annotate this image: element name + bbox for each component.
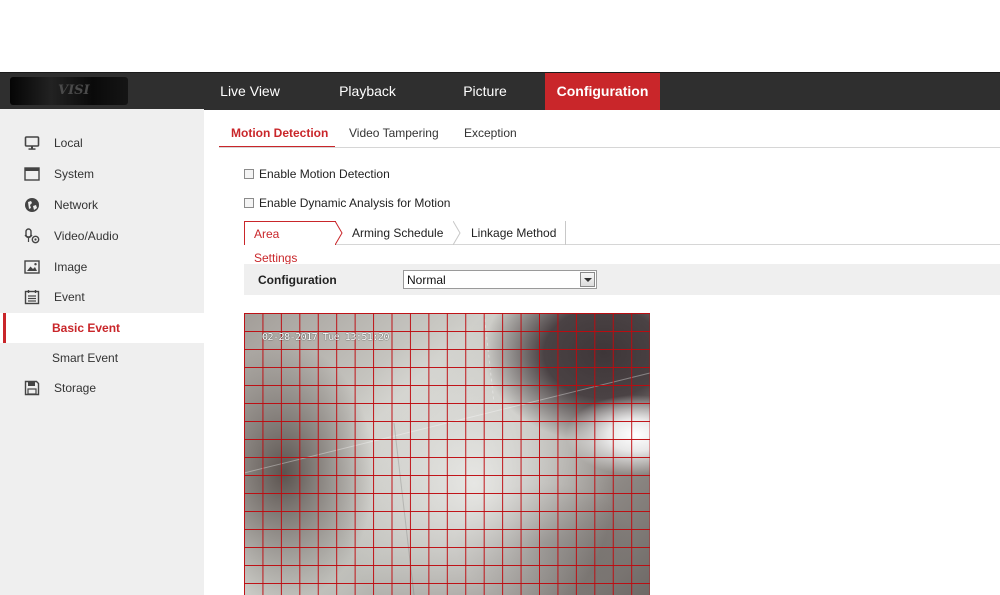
nav-live-view[interactable]: Live View [204,73,296,110]
calendar-icon [24,289,40,305]
nav-picture[interactable]: Picture [440,73,530,110]
sidebar-item-label: Network [54,198,99,212]
top-navigation-bar: VISI Live View Playback Picture Configur… [0,72,1000,110]
enable-dynamic-analysis-checkbox[interactable] [244,198,254,208]
video-preview[interactable]: 02-28-2017 Tue 13:51:20 [244,313,650,595]
nav-playback[interactable]: Playback [320,73,415,110]
subtab-arming-schedule[interactable]: Arming Schedule [352,221,443,245]
enable-motion-detection-option[interactable]: Enable Motion Detection [244,167,390,181]
sidebar-subitem-basic-event[interactable]: Basic Event [0,313,204,343]
brand-logo-text: VISI [58,83,90,98]
motion-detection-grid[interactable] [244,313,650,595]
sidebar-item-image[interactable]: Image [0,252,204,282]
chevron-down-icon[interactable] [580,272,595,287]
sidebar-item-network[interactable]: Network [0,190,204,220]
chevron-right-icon [453,221,461,245]
image-icon [24,259,40,275]
enable-dynamic-analysis-option[interactable]: Enable Dynamic Analysis for Motion [244,196,450,210]
tab-video-tampering[interactable]: Video Tampering [349,126,439,148]
enable-motion-detection-checkbox[interactable] [244,169,254,179]
sidebar-item-storage[interactable]: Storage [0,373,204,403]
subtab-end-border [565,221,566,245]
sidebar-item-label: Event [54,290,85,304]
configuration-select[interactable]: Normal [403,270,597,289]
sidebar-item-label: System [54,167,95,181]
sidebar-item-local[interactable]: Local [0,128,204,158]
sidebar-item-video-audio[interactable]: Video/Audio [0,221,204,251]
globe-icon [24,197,40,213]
tab-motion-detection[interactable]: Motion Detection [219,126,335,148]
nav-configuration[interactable]: Configuration [545,73,660,110]
sidebar-item-label: Image [54,260,88,274]
floppy-disk-icon [24,380,40,396]
sidebar-item-label: Local [54,136,83,150]
sidebar-item-system[interactable]: System [0,159,204,189]
subtab-linkage-method[interactable]: Linkage Method [471,221,556,245]
window-icon [24,166,40,182]
brand-logo: VISI [10,77,128,105]
configuration-select-value: Normal [407,273,446,287]
enable-dynamic-analysis-label: Enable Dynamic Analysis for Motion [259,196,451,210]
sidebar-item-event[interactable]: Event [0,282,204,312]
enable-motion-detection-label: Enable Motion Detection [259,167,390,181]
sidebar-subitem-label: Smart Event [52,351,119,365]
sidebar-item-label: Storage [54,381,97,395]
monitor-icon [24,135,40,151]
chevron-right-icon [335,221,343,245]
configuration-row: Configuration Normal [244,264,1000,295]
tabs-divider [219,147,1000,148]
sidebar: Local System Network Video/Audio Image E… [0,109,204,595]
tab-exception[interactable]: Exception [464,126,517,148]
microphone-camera-icon [24,228,40,244]
configuration-label: Configuration [258,273,337,287]
subtab-area-settings[interactable]: Area Settings [244,221,336,265]
sidebar-item-label: Video/Audio [54,229,119,243]
sidebar-subitem-smart-event[interactable]: Smart Event [0,343,204,373]
sidebar-subitem-label: Basic Event [52,321,121,335]
video-timestamp-overlay: 02-28-2017 Tue 13:51:20 [262,332,389,343]
